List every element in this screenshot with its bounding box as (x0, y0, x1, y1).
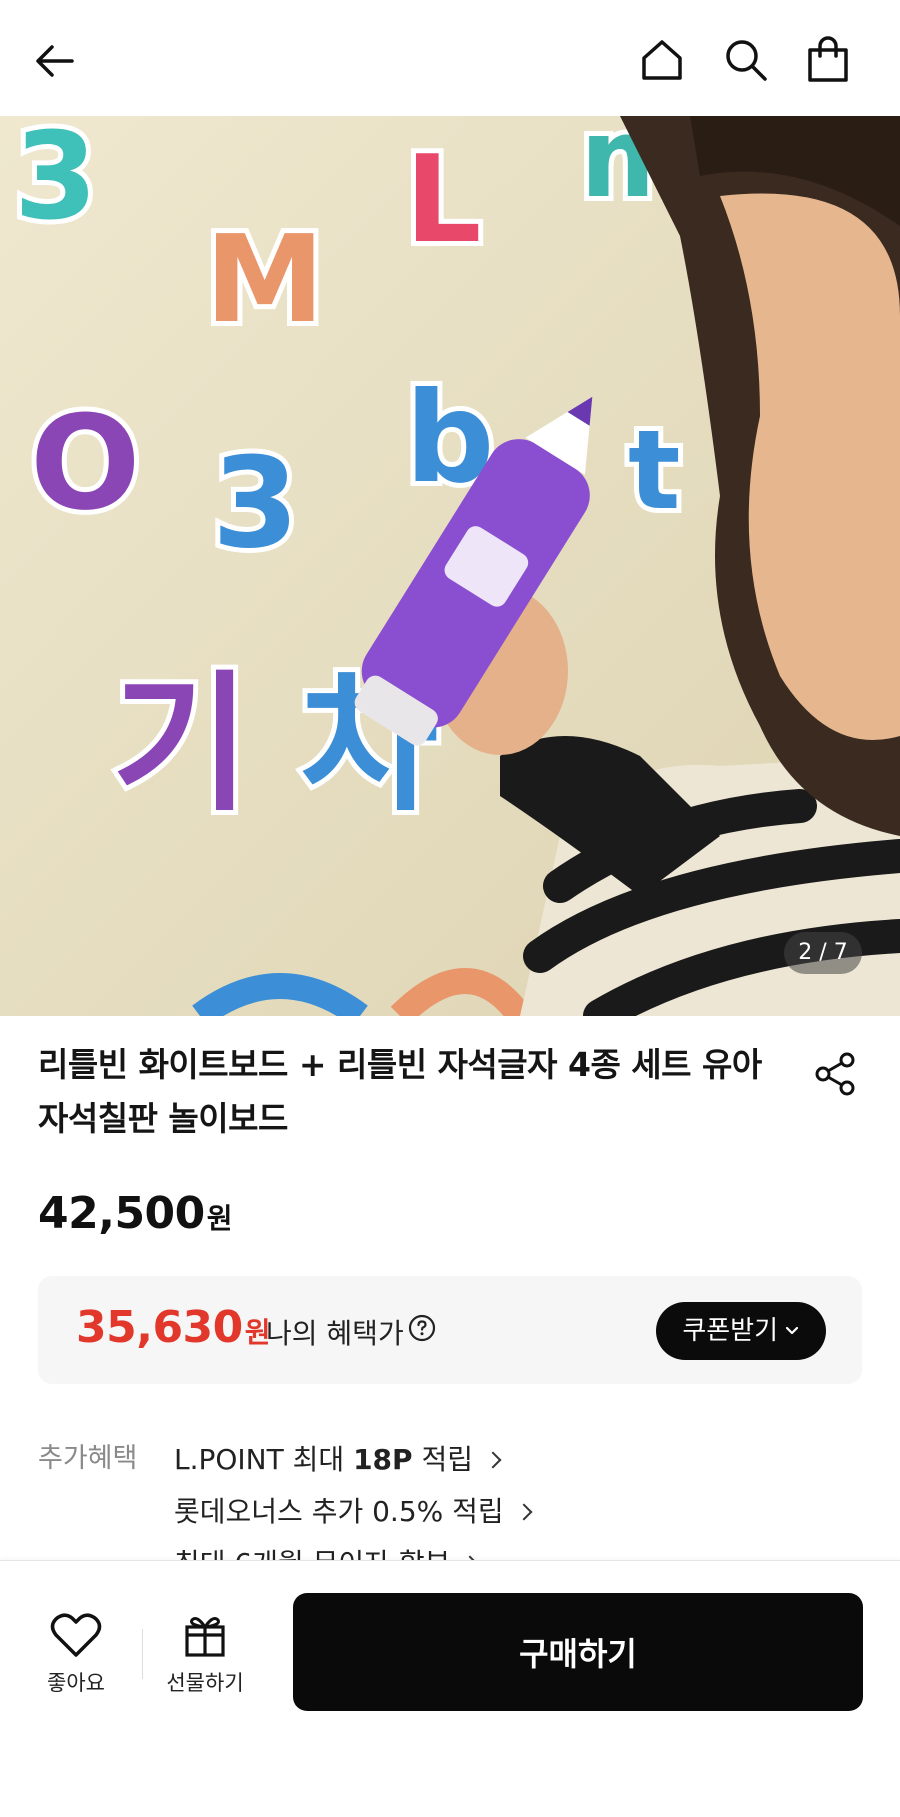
benefit-price-value: 35,630 (76, 1302, 243, 1353)
benefit-text: 롯데오너스 추가 0.5% 적립 (174, 1495, 504, 1528)
extra-benefit-row[interactable]: 롯데오너스 추가 0.5% 적립 (174, 1486, 533, 1538)
extra-benefit-row[interactable]: L.POINT 최대 18P 적립 (174, 1434, 530, 1486)
product-photo: 3 M L m O 3 b t s 기 차 (0, 116, 900, 1016)
arrow-left-icon (36, 45, 74, 77)
bottom-action-bar: 좋아요 선물하기 구매하기 (0, 1560, 900, 1817)
buy-button[interactable]: 구매하기 (293, 1593, 863, 1711)
extra-benefits-label: 추가혜택 (38, 1443, 138, 1474)
like-label: 좋아요 (47, 1671, 105, 1695)
buy-button-label: 구매하기 (519, 1635, 637, 1673)
letter-magnet: t (628, 406, 681, 534)
letter-magnet: M (205, 211, 324, 350)
search-button[interactable] (716, 30, 776, 90)
share-icon (815, 1052, 855, 1096)
home-button[interactable] (632, 30, 692, 90)
letter-magnet: L (405, 131, 481, 270)
chevron-right-icon (515, 1503, 533, 1521)
question-circle-icon[interactable] (408, 1314, 436, 1342)
chevron-down-icon (785, 1326, 799, 1335)
heart-icon (50, 1613, 102, 1657)
benefit-text: L.POINT 최대 (174, 1443, 354, 1476)
benefit-price-box: 35,630원 나의 혜택가 쿠폰받기 (38, 1276, 862, 1384)
shopping-bag-icon (808, 36, 848, 82)
letter-magnet: 기 (112, 658, 250, 832)
letter-magnet: 3 (212, 431, 299, 576)
gift-label: 선물하기 (166, 1671, 244, 1695)
letter-magnet: 3 (14, 116, 98, 247)
back-button[interactable] (26, 32, 84, 90)
benefit-price: 35,630원 (76, 1302, 271, 1353)
get-coupon-button[interactable]: 쿠폰받기 (656, 1302, 826, 1360)
benefit-text: 적립 (412, 1443, 473, 1476)
search-icon (726, 40, 767, 81)
share-button[interactable] (808, 1046, 864, 1102)
price-value: 42,500 (38, 1188, 205, 1239)
cart-button[interactable] (798, 28, 858, 90)
benefit-bold-text: 18P (353, 1443, 413, 1476)
price-unit: 원 (206, 1202, 233, 1235)
product-title: 리틀빈 화이트보드 + 리틀빈 자석글자 4종 세트 유아 자석칠판 놀이보드 (38, 1045, 762, 1138)
coupon-button-label: 쿠폰받기 (682, 1316, 778, 1346)
like-button[interactable]: 좋아요 (36, 1611, 116, 1697)
gift-button[interactable]: 선물하기 (160, 1611, 250, 1697)
top-navigation-bar (0, 0, 900, 116)
product-image-carousel[interactable]: 3 M L m O 3 b t s 기 차 (0, 116, 900, 1016)
gift-icon (185, 1617, 225, 1657)
chevron-right-icon (484, 1451, 502, 1469)
divider (142, 1629, 143, 1679)
image-pager-indicator: 2 / 7 (784, 932, 862, 974)
home-icon (642, 40, 682, 80)
original-price: 42,500원 (38, 1188, 233, 1239)
benefit-label: 나의 혜택가 (266, 1317, 404, 1350)
letter-magnet: O (30, 387, 141, 539)
